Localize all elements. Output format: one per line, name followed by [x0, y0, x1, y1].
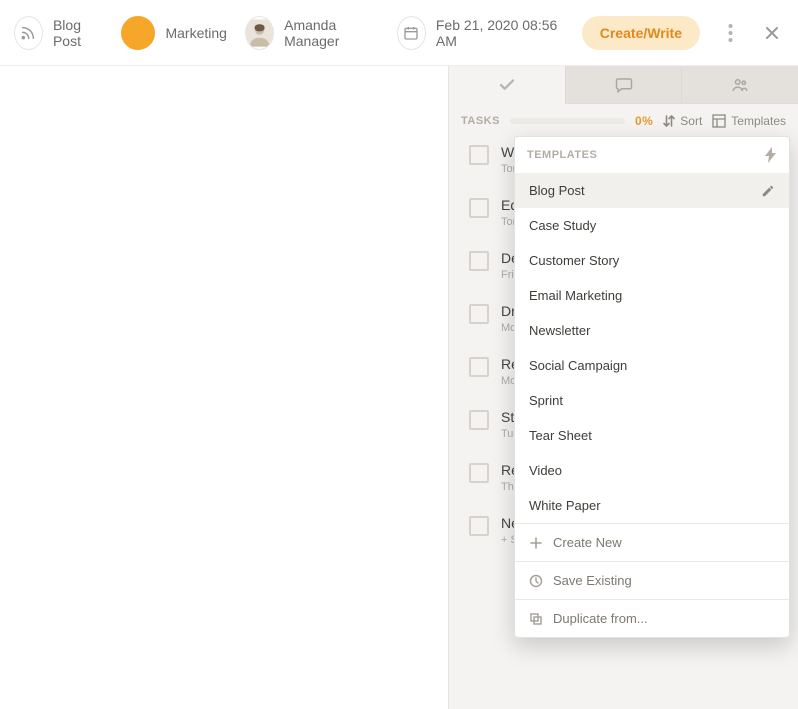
template-item[interactable]: Email Marketing [515, 278, 789, 313]
checkbox[interactable] [469, 516, 489, 536]
duplicate-icon [529, 612, 543, 626]
template-item[interactable]: Video [515, 453, 789, 488]
checkbox[interactable] [469, 463, 489, 483]
checkbox[interactable] [469, 145, 489, 165]
avatar [245, 16, 274, 50]
template-item[interactable]: Customer Story [515, 243, 789, 278]
template-item[interactable]: Case Study [515, 208, 789, 243]
editor-area [0, 66, 448, 709]
templates-label: Templates [731, 114, 786, 128]
date-chip-label: Feb 21, 2020 08:56 AM [436, 17, 560, 49]
plus-icon [529, 536, 543, 550]
calendar-icon [397, 16, 426, 50]
template-item[interactable]: Social Campaign [515, 348, 789, 383]
date-chip[interactable]: Feb 21, 2020 08:56 AM [397, 16, 560, 50]
tasks-label: TASKS [461, 115, 500, 127]
owner-chip-label: Amanda Manager [284, 17, 379, 49]
templates-popover: TEMPLATES Blog Post Case Study Customer … [514, 136, 790, 638]
template-item[interactable]: White Paper [515, 488, 789, 523]
tab-tasks[interactable] [449, 66, 565, 104]
rss-icon [14, 16, 43, 50]
tab-people[interactable] [681, 66, 798, 104]
type-chip[interactable]: Blog Post [14, 16, 103, 50]
owner-chip[interactable]: Amanda Manager [245, 16, 379, 50]
create-write-button[interactable]: Create/Write [582, 16, 700, 50]
sort-label: Sort [680, 114, 702, 128]
create-new-action[interactable]: Create New [515, 524, 789, 561]
project-chip[interactable]: Marketing [121, 16, 226, 50]
sort-icon [663, 114, 675, 128]
template-item[interactable]: Blog Post [515, 173, 789, 208]
tasks-header: TASKS 0% Sort Templates [449, 104, 798, 134]
template-item[interactable]: Sprint [515, 383, 789, 418]
side-panel: TASKS 0% Sort Templates WrTom EdTom [448, 66, 798, 709]
close-icon[interactable] [760, 21, 784, 45]
color-swatch-icon [121, 16, 155, 50]
project-chip-label: Marketing [165, 25, 226, 41]
templates-button[interactable]: Templates [712, 114, 786, 128]
checkbox[interactable] [469, 357, 489, 377]
templates-popover-header: TEMPLATES [515, 137, 789, 173]
save-icon [529, 574, 543, 588]
progress-pct: 0% [635, 114, 653, 128]
type-chip-label: Blog Post [53, 17, 104, 49]
duplicate-from-action[interactable]: Duplicate from... [515, 600, 789, 637]
checkbox[interactable] [469, 304, 489, 324]
checkbox[interactable] [469, 410, 489, 430]
overflow-menu-icon[interactable] [718, 21, 742, 45]
checkbox[interactable] [469, 198, 489, 218]
template-item[interactable]: Newsletter [515, 313, 789, 348]
save-existing-action[interactable]: Save Existing [515, 562, 789, 599]
lightning-icon[interactable] [765, 147, 777, 163]
templates-icon [712, 114, 726, 128]
sort-button[interactable]: Sort [663, 114, 702, 128]
checkbox[interactable] [469, 251, 489, 271]
template-item[interactable]: Tear Sheet [515, 418, 789, 453]
panel-tabstrip [449, 66, 798, 104]
progress-bar [510, 118, 625, 124]
tab-comments[interactable] [565, 66, 682, 104]
top-toolbar: Blog Post Marketing Amanda Manager Feb 2… [0, 0, 798, 66]
pencil-icon[interactable] [761, 184, 775, 198]
